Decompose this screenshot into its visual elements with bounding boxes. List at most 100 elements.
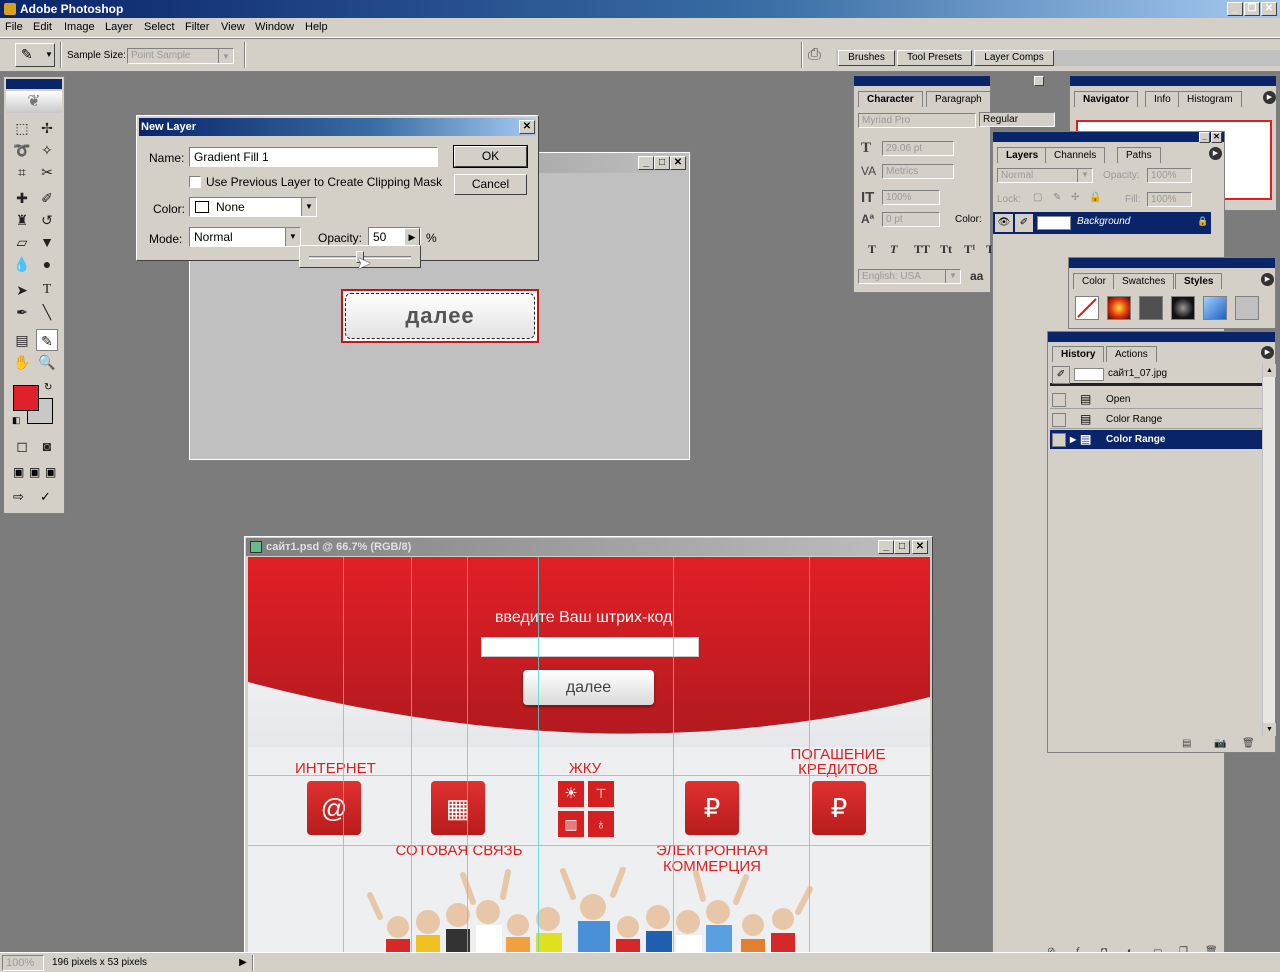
mode-select[interactable]: Normal ▼ <box>189 227 301 247</box>
history-item-selected[interactable]: ▶ ▤ Color Range <box>1050 430 1262 449</box>
close-button[interactable]: ✕ <box>1261 2 1277 16</box>
faux-bold-button[interactable]: T <box>868 242 876 257</box>
vertical-scale-field[interactable]: 100% <box>882 190 940 205</box>
style-none[interactable] <box>1075 296 1099 320</box>
jump-to-imageready-icon[interactable]: ⇨ <box>13 489 24 505</box>
blend-mode-select[interactable]: Normal ▼ <box>997 168 1093 183</box>
menu-file[interactable]: File <box>5 21 23 33</box>
lock-position-icon[interactable]: ✢ <box>1071 192 1079 203</box>
history-scrollbar[interactable]: ▲ ▼ <box>1262 364 1276 736</box>
restore-button[interactable]: ❐ <box>1244 2 1260 16</box>
history-item[interactable]: ▤ Color Range <box>1050 410 1262 429</box>
magic-wand-tool-icon[interactable]: ✧ <box>36 139 58 161</box>
layer-row[interactable]: 👁 ✐ Background 🔒 <box>993 212 1211 234</box>
notes-tool-icon[interactable]: ▤ <box>11 329 33 351</box>
next-button[interactable]: далее <box>523 670 654 705</box>
character-font-select[interactable]: Myriad Pro <box>858 113 976 128</box>
barcode-input[interactable] <box>481 637 699 657</box>
pen-tool-icon[interactable]: ✒ <box>11 301 33 323</box>
layers-close-button[interactable]: ✕ <box>1211 132 1222 143</box>
healing-brush-tool-icon[interactable]: ✚ <box>11 187 33 209</box>
tab-info[interactable]: Info <box>1145 91 1180 107</box>
lock-all-icon[interactable]: 🔒 <box>1089 192 1101 203</box>
delete-state-icon[interactable]: 🗑 <box>1242 738 1255 749</box>
layer-opacity-field[interactable]: 100% <box>1147 168 1192 183</box>
paint-bucket-tool-icon[interactable]: ▼ <box>36 231 58 253</box>
doc-minimize-button[interactable]: _ <box>878 540 894 554</box>
panel-menu-icon[interactable]: ▶ <box>1261 273 1274 286</box>
scroll-down-icon[interactable]: ▼ <box>1263 723 1276 736</box>
preview-maximize-button[interactable]: □ <box>654 156 670 170</box>
lock-pixels-icon[interactable]: ✎ <box>1053 192 1061 203</box>
well-tab-layer-comps[interactable]: Layer Comps <box>974 50 1054 66</box>
panel-menu-icon[interactable]: ▶ <box>1209 147 1222 160</box>
blur-tool-icon[interactable]: 💧 <box>11 253 33 275</box>
fill-field[interactable]: 100% <box>1147 192 1192 207</box>
layer-name-input[interactable]: Gradient Fill 1 <box>189 147 438 167</box>
panel-menu-icon[interactable]: ▶ <box>1263 91 1276 104</box>
style-dark-gray[interactable] <box>1139 296 1163 320</box>
character-minimize-button[interactable] <box>1034 76 1044 86</box>
menu-help[interactable]: Help <box>305 21 328 33</box>
opacity-input[interactable]: 50 ▶ <box>368 227 421 247</box>
swap-colors-icon[interactable]: ↻ <box>44 382 52 393</box>
crop-tool-icon[interactable]: ⌗ <box>11 161 33 183</box>
scroll-up-icon[interactable]: ▲ <box>1263 364 1276 377</box>
menu-view[interactable]: View <box>221 21 245 33</box>
eyedropper-tool-icon[interactable]: ✎ <box>36 329 58 351</box>
cancel-button[interactable]: Cancel <box>454 174 527 195</box>
feather-logo[interactable]: ❦ <box>6 91 62 113</box>
tab-layers[interactable]: Layers <box>997 147 1048 163</box>
menu-edit[interactable]: Edit <box>33 21 52 33</box>
style-light-gray[interactable] <box>1235 296 1259 320</box>
panel-menu-icon[interactable]: ▶ <box>1261 346 1274 359</box>
tab-histogram[interactable]: Histogram <box>1178 91 1242 107</box>
well-tab-brushes[interactable]: Brushes <box>838 50 895 66</box>
menu-window[interactable]: Window <box>255 21 294 33</box>
opacity-slider-toggle[interactable]: ▶ <box>404 228 420 246</box>
small-caps-button[interactable]: Tt <box>940 242 952 257</box>
menu-select[interactable]: Select <box>144 21 175 33</box>
faux-italic-button[interactable]: T <box>890 242 897 257</box>
sample-size-select[interactable]: Point Sample ▼ <box>127 48 234 64</box>
menu-image[interactable]: Image <box>64 21 95 33</box>
menu-layer[interactable]: Layer <box>105 21 133 33</box>
language-select[interactable]: English: USA ▼ <box>858 269 961 284</box>
dodge-tool-icon[interactable]: ● <box>36 253 58 275</box>
tab-character[interactable]: Character <box>858 91 923 107</box>
screen-mode-full-icon[interactable]: ▣ <box>45 465 56 479</box>
imageready-icon[interactable]: ✓ <box>40 489 51 505</box>
lasso-tool-icon[interactable]: ➰ <box>11 139 33 161</box>
quick-mask-mode-icon[interactable]: ◙ <box>36 435 58 457</box>
preview-close-button[interactable]: ✕ <box>670 156 686 170</box>
style-blue-glass[interactable] <box>1203 296 1227 320</box>
new-snapshot-icon[interactable]: 📷 <box>1214 738 1226 749</box>
well-tab-tool-presets[interactable]: Tool Presets <box>897 50 972 66</box>
hand-tool-icon[interactable]: ✋ <box>11 351 33 373</box>
tab-history[interactable]: History <box>1052 346 1105 362</box>
screen-mode-standard-icon[interactable]: ▣ <box>13 465 24 479</box>
baseline-shift-field[interactable]: 0 pt <box>882 212 940 227</box>
new-document-from-state-icon[interactable]: ▤ <box>1182 738 1191 749</box>
all-caps-button[interactable]: TT <box>914 242 930 257</box>
tab-navigator[interactable]: Navigator <box>1074 91 1139 107</box>
tab-styles[interactable]: Styles <box>1175 273 1223 289</box>
snapshot-brush-icon[interactable]: ✐ <box>1052 366 1070 384</box>
slice-tool-icon[interactable]: ✂ <box>36 161 58 183</box>
eraser-tool-icon[interactable]: ▱ <box>11 231 33 253</box>
doc-close-button[interactable]: ✕ <box>912 540 928 554</box>
tab-swatches[interactable]: Swatches <box>1113 273 1175 289</box>
file-browser-icon[interactable]: ⎙ <box>808 46 821 64</box>
tab-paths[interactable]: Paths <box>1117 147 1161 163</box>
utilities-icon-grid[interactable]: ☀ ⊤ ▥ ♁ <box>558 781 614 837</box>
history-item[interactable]: ▤ Open <box>1050 390 1262 409</box>
laptop-at-icon[interactable]: @ <box>307 781 361 835</box>
zoom-field[interactable]: 100% <box>2 955 44 971</box>
clipping-mask-checkbox[interactable] <box>189 176 201 188</box>
style-fire[interactable] <box>1107 296 1131 320</box>
zoom-tool-icon[interactable]: 🔍 <box>36 351 58 373</box>
font-size-field[interactable]: 29.06 pt <box>882 141 954 156</box>
clone-stamp-tool-icon[interactable]: ♜ <box>11 209 33 231</box>
color-select[interactable]: None ▼ <box>189 197 317 217</box>
lock-transparency-icon[interactable]: ▢ <box>1033 192 1042 203</box>
